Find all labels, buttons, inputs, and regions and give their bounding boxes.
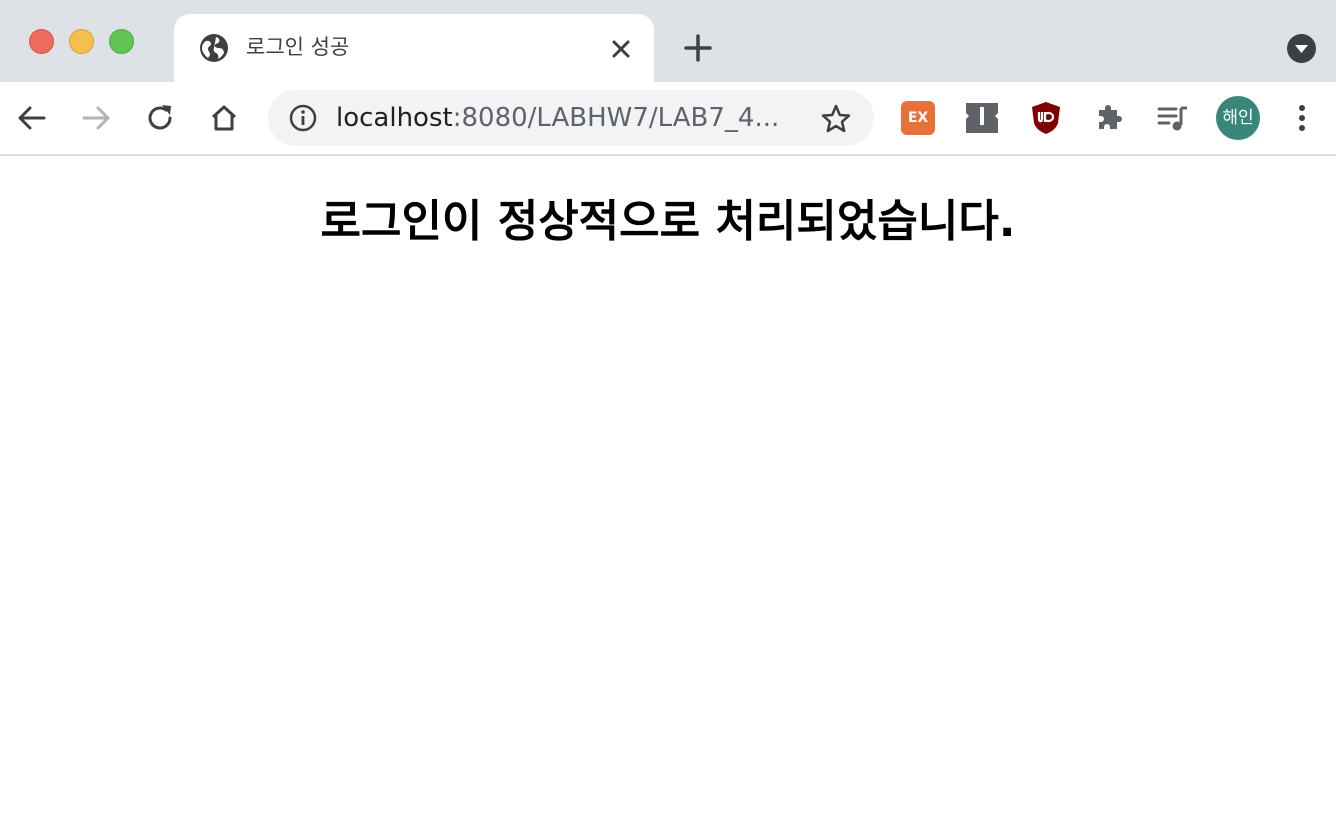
info-icon[interactable] xyxy=(288,103,318,133)
extensions-puzzle-icon[interactable] xyxy=(1093,101,1127,135)
media-queue-icon[interactable] xyxy=(1156,101,1190,135)
ublock-origin-icon[interactable] xyxy=(1029,101,1063,135)
globe-icon xyxy=(200,34,228,62)
forward-arrow-icon[interactable] xyxy=(78,100,114,136)
browser-titlebar: 로그인 성공 xyxy=(0,0,1336,82)
window-close-button[interactable] xyxy=(29,29,54,54)
url-text[interactable]: localhost:8080/LABHW7/LAB7_4... xyxy=(336,90,779,146)
extension-ex-icon[interactable]: EX xyxy=(901,101,935,135)
new-tab-icon[interactable] xyxy=(680,30,716,66)
profile-avatar[interactable]: 해인 xyxy=(1216,96,1260,140)
browser-tab-active[interactable]: 로그인 성공 xyxy=(174,14,654,82)
tab-close-icon[interactable] xyxy=(608,36,634,62)
bookmark-star-icon[interactable] xyxy=(820,103,852,135)
back-arrow-icon[interactable] xyxy=(14,100,50,136)
url-host: localhost xyxy=(336,103,453,133)
browser-toolbar: localhost:8080/LABHW7/LAB7_4... EX 해인 xyxy=(0,82,1336,156)
tab-title: 로그인 성공 xyxy=(246,35,350,59)
address-bar[interactable]: localhost:8080/LABHW7/LAB7_4... xyxy=(268,90,874,146)
tab-search-button[interactable] xyxy=(1287,34,1316,63)
window-minimize-button[interactable] xyxy=(69,29,94,54)
home-icon[interactable] xyxy=(206,100,242,136)
more-menu-icon[interactable] xyxy=(1286,100,1318,136)
reload-icon[interactable] xyxy=(142,100,178,136)
chevron-down-icon xyxy=(1295,45,1308,53)
extension-split-icon[interactable] xyxy=(965,101,999,135)
window-maximize-button[interactable] xyxy=(109,29,134,54)
login-success-heading: 로그인이 정상적으로 처리되었습니다. xyxy=(320,196,1016,247)
url-path: :8080/LABHW7/LAB7_4... xyxy=(452,103,780,133)
